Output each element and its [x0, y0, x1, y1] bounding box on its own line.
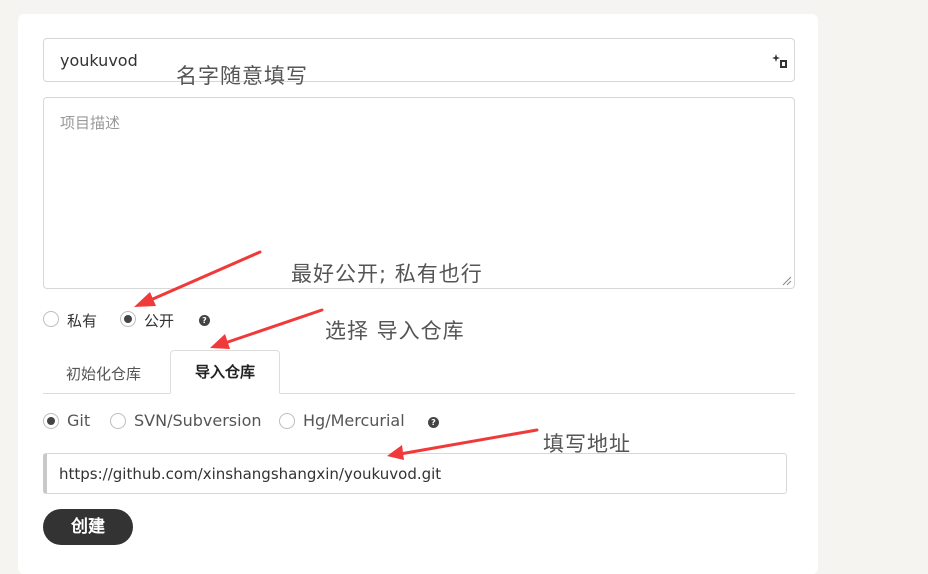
arrow-url	[398, 428, 539, 456]
arrow-visibility-head	[134, 292, 156, 307]
arrow-import	[220, 308, 324, 346]
arrow-visibility	[144, 250, 262, 304]
arrow-url-head	[387, 445, 404, 460]
annotation-arrows	[134, 250, 539, 460]
arrow-import-head	[210, 334, 230, 349]
